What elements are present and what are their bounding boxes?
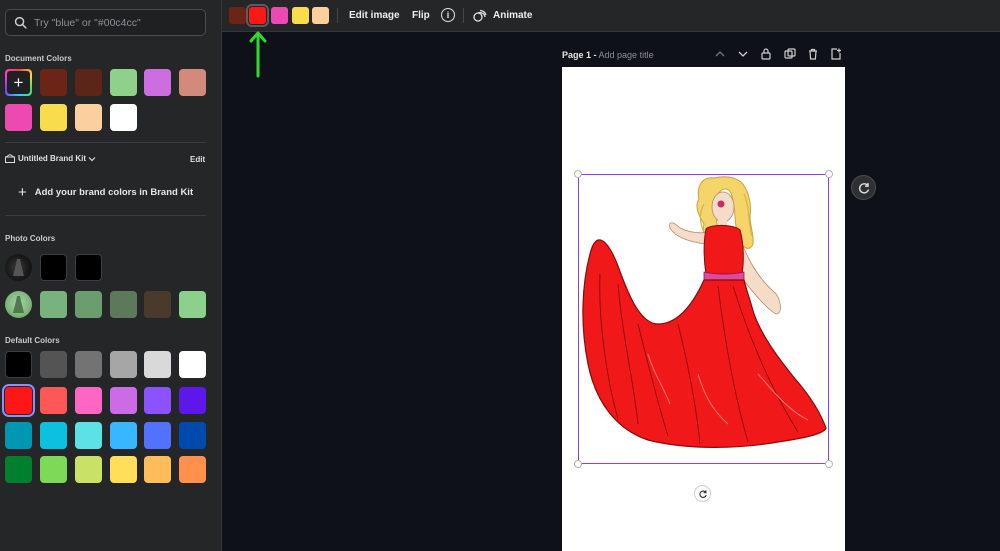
toolbar: Edit image Flip i Animate — [222, 0, 1000, 32]
toolbar-color-swatch-selected[interactable] — [246, 4, 269, 27]
default-color-swatch[interactable] — [144, 456, 171, 483]
photo-color-swatch[interactable] — [75, 291, 102, 318]
photo-color-swatch[interactable] — [110, 291, 137, 318]
default-color-swatch[interactable] — [144, 422, 171, 449]
default-color-swatch-selected[interactable] — [2, 384, 35, 417]
document-color-swatch[interactable] — [144, 69, 171, 96]
default-color-swatch[interactable] — [144, 351, 171, 378]
plus-icon: + — [18, 184, 27, 201]
add-color-button[interactable]: + — [5, 69, 32, 96]
resize-handle[interactable] — [574, 170, 582, 178]
document-color-swatch[interactable] — [75, 104, 102, 131]
default-color-swatch[interactable] — [110, 387, 137, 414]
photo-thumbnail[interactable] — [5, 291, 32, 318]
default-color-swatch[interactable] — [40, 351, 67, 378]
chevron-down-icon[interactable] — [736, 47, 750, 61]
document-color-swatch[interactable] — [110, 69, 137, 96]
plus-icon: + — [7, 71, 30, 94]
resize-handle[interactable] — [825, 170, 833, 178]
photo-silhouette-icon — [13, 296, 24, 313]
add-brand-colors-label: Add your brand colors in Brand Kit — [34, 187, 194, 198]
document-colors-title: Document Colors — [5, 54, 72, 63]
divider — [5, 215, 206, 216]
default-color-swatch[interactable] — [75, 422, 102, 449]
toolbar-color-swatch[interactable] — [312, 7, 329, 24]
duplicate-icon[interactable] — [783, 47, 797, 61]
edit-image-button[interactable]: Edit image — [349, 10, 400, 21]
brand-kit-name: Untitled Brand Kit — [18, 154, 86, 163]
animate-icon — [473, 9, 487, 22]
default-color-swatch[interactable] — [75, 351, 102, 378]
default-color-swatch[interactable] — [40, 422, 67, 449]
toolbar-divider — [463, 8, 464, 23]
document-color-swatch[interactable] — [75, 69, 102, 96]
search-input[interactable] — [34, 16, 194, 29]
toolbar-divider — [337, 8, 338, 23]
default-color-swatch[interactable] — [75, 456, 102, 483]
default-colors-title: Default Colors — [5, 336, 60, 345]
default-color-swatch[interactable] — [40, 456, 67, 483]
brand-kit-icon — [5, 154, 15, 163]
animate-button[interactable]: Animate — [473, 8, 532, 22]
annotation-arrow-icon — [249, 31, 267, 78]
refresh-icon — [858, 182, 869, 193]
page-label: Page 1 - — [562, 50, 597, 60]
trash-icon[interactable] — [806, 47, 820, 61]
photo-color-swatch[interactable] — [179, 291, 206, 318]
chevron-down-icon — [88, 156, 96, 161]
search-icon — [14, 16, 27, 29]
default-color-swatch[interactable] — [5, 422, 32, 449]
resize-handle[interactable] — [825, 460, 833, 468]
toolbar-color-swatch[interactable] — [229, 7, 246, 24]
default-color-swatch[interactable] — [110, 422, 137, 449]
default-color-swatch[interactable] — [179, 387, 206, 414]
photo-color-swatch[interactable] — [75, 254, 102, 281]
page-header: Page 1 - Add page title — [562, 50, 654, 60]
selection-box — [578, 174, 829, 464]
document-color-swatch[interactable] — [5, 104, 32, 131]
chevron-up-icon[interactable] — [713, 47, 727, 61]
photo-thumbnail[interactable] — [5, 254, 32, 281]
document-color-swatch[interactable] — [40, 69, 67, 96]
photo-silhouette-icon — [13, 259, 24, 276]
default-color-swatch[interactable] — [5, 351, 32, 378]
default-color-swatch[interactable] — [144, 387, 171, 414]
editor-app: Document Colors + Untitled Brand Kit Edi… — [0, 0, 1000, 551]
photo-color-swatch[interactable] — [40, 291, 67, 318]
default-color-swatch[interactable] — [179, 351, 206, 378]
brand-kit-selector[interactable]: Untitled Brand Kit — [5, 154, 99, 163]
photo-colors-title: Photo Colors — [5, 234, 56, 243]
default-color-swatch[interactable] — [179, 456, 206, 483]
lock-icon[interactable] — [759, 47, 773, 61]
animate-label: Animate — [493, 9, 533, 21]
color-search-box[interactable] — [5, 9, 206, 36]
default-color-swatch[interactable] — [110, 351, 137, 378]
add-brand-colors-button[interactable]: + Add your brand colors in Brand Kit — [18, 185, 193, 200]
default-color-swatch[interactable] — [40, 387, 67, 414]
default-color-swatch[interactable] — [5, 456, 32, 483]
color-sidebar: Document Colors + Untitled Brand Kit Edi… — [0, 0, 222, 551]
quick-action-button[interactable] — [851, 175, 876, 200]
document-color-swatch[interactable] — [179, 69, 206, 96]
photo-color-swatch[interactable] — [40, 254, 67, 281]
brand-kit-edit-link[interactable]: Edit — [190, 155, 205, 164]
rotate-handle[interactable] — [694, 485, 711, 502]
photo-color-swatch[interactable] — [144, 291, 171, 318]
flip-button[interactable]: Flip — [412, 10, 430, 21]
default-color-swatch[interactable] — [179, 422, 206, 449]
page-title-input[interactable]: Add page title — [599, 50, 654, 60]
document-color-swatch[interactable] — [110, 104, 137, 131]
default-color-swatch[interactable] — [110, 456, 137, 483]
toolbar-color-swatch[interactable] — [271, 7, 288, 24]
rotate-icon — [698, 489, 707, 498]
add-page-icon[interactable] — [829, 47, 843, 61]
default-color-swatch[interactable] — [75, 387, 102, 414]
toolbar-color-swatch[interactable] — [292, 7, 309, 24]
info-icon[interactable]: i — [441, 8, 455, 22]
document-color-swatch[interactable] — [40, 104, 67, 131]
divider — [5, 142, 206, 143]
resize-handle[interactable] — [574, 460, 582, 468]
